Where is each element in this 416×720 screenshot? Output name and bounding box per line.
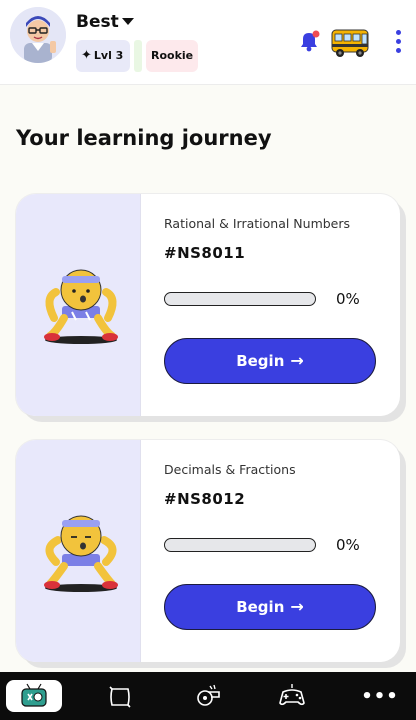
avatar-illustration [10, 7, 66, 63]
page-title: Your learning journey [16, 126, 272, 150]
begin-button-label: Begin [236, 352, 285, 370]
map-icon [109, 686, 131, 708]
arrow-right-icon: → [290, 597, 304, 616]
progress-bar [164, 292, 316, 306]
lesson-code: #NS8012 [164, 490, 246, 508]
more-icon: ••• [361, 685, 399, 707]
sparkle-icon: ✦ [81, 48, 92, 63]
character-illustration [44, 269, 118, 344]
avatar[interactable] [10, 7, 66, 63]
level-badge: ✦ Lvl 3 [76, 40, 130, 72]
lesson-code: #NS8011 [164, 244, 246, 262]
gamepad-icon [279, 684, 305, 706]
lesson-card-art [16, 440, 141, 662]
begin-button[interactable]: Begin → [164, 584, 376, 630]
badge-separator [134, 40, 142, 72]
more-options-icon[interactable] [392, 30, 404, 56]
level-text: Lvl 3 [93, 49, 124, 62]
bell-icon[interactable] [296, 28, 322, 54]
rank-badge: Rookie [146, 40, 198, 72]
begin-button[interactable]: Begin → [164, 338, 376, 384]
bottom-navigation: ••• [0, 672, 416, 720]
nav-more[interactable]: ••• [352, 680, 408, 712]
chevron-down-icon[interactable] [122, 18, 134, 25]
progress-bar [164, 538, 316, 552]
begin-button-label: Begin [236, 598, 285, 616]
nav-whistle[interactable] [180, 680, 236, 712]
nav-games[interactable] [264, 680, 320, 712]
lesson-card: Rational & Irrational Numbers #NS8011 0%… [16, 194, 400, 416]
lesson-card-art [16, 194, 141, 416]
nav-map[interactable] [92, 680, 148, 712]
arrow-right-icon: → [290, 351, 304, 370]
home-icon [21, 683, 47, 707]
username-label[interactable]: Best [76, 12, 119, 32]
lesson-card: Decimals & Fractions #NS8012 0% Begin → [16, 440, 400, 662]
lesson-topic: Rational & Irrational Numbers [164, 216, 351, 231]
lesson-topic: Decimals & Fractions [164, 462, 296, 477]
character-illustration [44, 515, 118, 592]
nav-home[interactable] [6, 680, 62, 712]
progress-percent: 0% [336, 536, 360, 554]
school-bus-icon[interactable] [330, 26, 372, 60]
progress-percent: 0% [336, 290, 360, 308]
whistle-icon [197, 684, 220, 706]
top-header: Best ✦ Lvl 3 Rookie [0, 0, 416, 85]
